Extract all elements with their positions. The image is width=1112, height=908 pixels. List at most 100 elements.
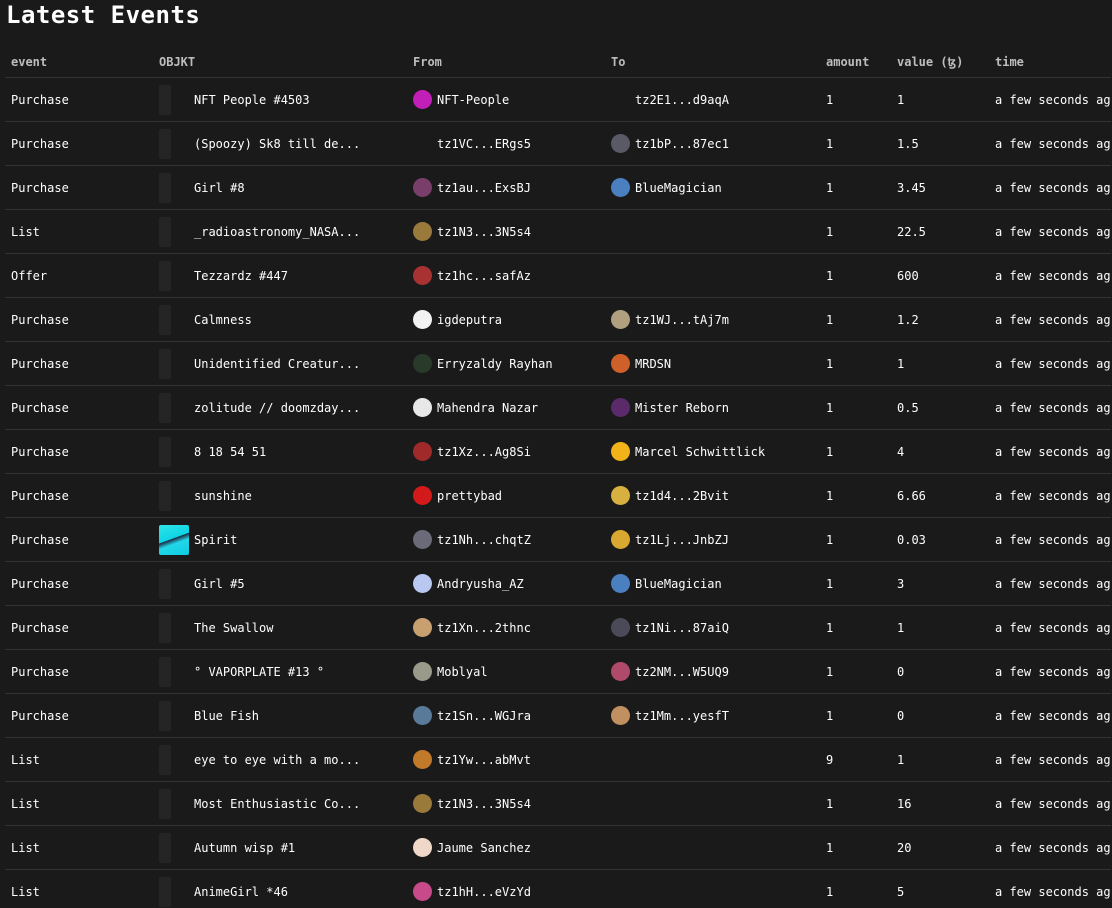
objkt-cell[interactable]: eye to eye with a mo... — [153, 737, 407, 782]
from-cell[interactable]: Andryusha_AZ — [407, 561, 605, 606]
table-row[interactable]: Purchase sunshine prettybad tz1d4...2Bvit 1 6… — [5, 473, 1111, 518]
objkt-thumbnail[interactable] — [159, 700, 171, 731]
from-user-link[interactable]: tz1VC...ERgs5 — [437, 137, 531, 151]
to-cell[interactable] — [605, 869, 820, 908]
table-row[interactable]: List AnimeGirl *46 tz1hH...eVzYd 1 5 a few se… — [5, 869, 1111, 908]
from-user-link[interactable]: Erryzaldy Rayhan — [437, 357, 553, 371]
to-user-link[interactable]: tz1Lj...JnbZJ — [635, 533, 729, 547]
objkt-name-link[interactable]: _radioastronomy_NASA... — [194, 225, 360, 239]
objkt-name-link[interactable]: Girl #8 — [194, 181, 245, 195]
objkt-cell[interactable]: ° VAPORPLATE #13 ° — [153, 649, 407, 694]
objkt-name-link[interactable]: sunshine — [194, 489, 252, 503]
from-user-link[interactable]: tz1Nh...chqtZ — [437, 533, 531, 547]
from-cell[interactable]: Erryzaldy Rayhan — [407, 341, 605, 386]
to-user-link[interactable]: tz1d4...2Bvit — [635, 489, 729, 503]
objkt-cell[interactable]: Girl #5 — [153, 561, 407, 606]
objkt-name-link[interactable]: Blue Fish — [194, 709, 259, 723]
from-cell[interactable]: prettybad — [407, 473, 605, 518]
objkt-name-link[interactable]: Unidentified Creatur... — [194, 357, 360, 371]
objkt-thumbnail[interactable] — [159, 260, 171, 291]
objkt-thumbnail[interactable] — [159, 348, 171, 379]
objkt-cell[interactable]: Tezzardz #447 — [153, 253, 407, 298]
column-header-time[interactable]: time — [989, 46, 1111, 78]
from-user-link[interactable]: tz1Yw...abMvt — [437, 753, 531, 767]
objkt-thumbnail[interactable] — [159, 392, 171, 423]
from-user-link[interactable]: prettybad — [437, 489, 502, 503]
from-cell[interactable]: NFT-People — [407, 77, 605, 122]
column-header-amount[interactable]: amount — [820, 46, 891, 78]
objkt-thumbnail[interactable] — [159, 84, 171, 115]
objkt-cell[interactable]: 8 18 54 51 — [153, 429, 407, 474]
table-row[interactable]: Purchase Blue Fish tz1Sn...WGJra tz1Mm...ye… — [5, 693, 1111, 738]
objkt-cell[interactable]: Calmness — [153, 297, 407, 342]
to-user-link[interactable]: tz2E1...d9aqA — [635, 93, 729, 107]
to-cell[interactable]: BlueMagician — [605, 561, 820, 606]
objkt-thumbnail[interactable] — [159, 216, 171, 247]
from-cell[interactable]: tz1VC...ERgs5 — [407, 121, 605, 166]
to-cell[interactable]: tz2E1...d9aqA — [605, 77, 820, 122]
to-user-link[interactable]: tz1Mm...yesfT — [635, 709, 729, 723]
from-user-link[interactable]: tz1au...ExsBJ — [437, 181, 531, 195]
to-user-link[interactable]: tz2NM...W5UQ9 — [635, 665, 729, 679]
objkt-name-link[interactable]: AnimeGirl *46 — [194, 885, 288, 899]
objkt-thumbnail[interactable] — [159, 128, 171, 159]
table-row[interactable]: Purchase 8 18 54 51 tz1Xz...Ag8Si Marcel Sc… — [5, 429, 1111, 474]
objkt-name-link[interactable]: Spirit — [194, 533, 237, 547]
to-cell[interactable]: BlueMagician — [605, 165, 820, 210]
objkt-name-link[interactable]: Most Enthusiastic Co... — [194, 797, 360, 811]
to-cell[interactable]: MRDSN — [605, 341, 820, 386]
from-cell[interactable]: tz1au...ExsBJ — [407, 165, 605, 210]
objkt-name-link[interactable]: ° VAPORPLATE #13 ° — [194, 665, 324, 679]
from-cell[interactable]: tz1Sn...WGJra — [407, 693, 605, 738]
objkt-thumbnail[interactable] — [159, 788, 171, 819]
objkt-cell[interactable]: _radioastronomy_NASA... — [153, 209, 407, 254]
objkt-thumbnail[interactable] — [159, 832, 171, 863]
table-row[interactable]: Purchase Spirit tz1Nh...chqtZ tz1Lj...JnbZJ… — [5, 517, 1111, 562]
from-user-link[interactable]: Moblyal — [437, 665, 488, 679]
from-cell[interactable]: tz1hc...safAz — [407, 253, 605, 298]
objkt-cell[interactable]: (Spoozy) Sk8 till de... — [153, 121, 407, 166]
from-user-link[interactable]: Jaume Sanchez — [437, 841, 531, 855]
from-cell[interactable]: tz1Nh...chqtZ — [407, 517, 605, 562]
from-user-link[interactable]: tz1Xz...Ag8Si — [437, 445, 531, 459]
objkt-thumbnail[interactable] — [159, 480, 171, 511]
column-header-event[interactable]: event — [5, 46, 153, 78]
table-row[interactable]: Purchase zolitude // doomzday... Mahendra … — [5, 385, 1111, 430]
to-cell[interactable] — [605, 737, 820, 782]
to-cell[interactable]: tz2NM...W5UQ9 — [605, 649, 820, 694]
objkt-thumbnail[interactable] — [159, 524, 189, 555]
from-cell[interactable]: tz1N3...3N5s4 — [407, 209, 605, 254]
to-cell[interactable]: tz1bP...87ec1 — [605, 121, 820, 166]
column-header-value[interactable]: value (ꜩ) — [891, 46, 989, 78]
objkt-name-link[interactable]: Calmness — [194, 313, 252, 327]
to-cell[interactable] — [605, 825, 820, 870]
objkt-name-link[interactable]: eye to eye with a mo... — [194, 753, 360, 767]
column-header-from[interactable]: From — [407, 46, 605, 78]
objkt-thumbnail[interactable] — [159, 436, 171, 467]
from-cell[interactable]: tz1Yw...abMvt — [407, 737, 605, 782]
to-cell[interactable]: tz1WJ...tAj7m — [605, 297, 820, 342]
objkt-name-link[interactable]: Girl #5 — [194, 577, 245, 591]
column-header-to[interactable]: To — [605, 46, 820, 78]
table-row[interactable]: List eye to eye with a mo... tz1Yw...abMvt… — [5, 737, 1111, 782]
from-cell[interactable]: tz1Xz...Ag8Si — [407, 429, 605, 474]
to-user-link[interactable]: tz1bP...87ec1 — [635, 137, 729, 151]
from-user-link[interactable]: tz1Sn...WGJra — [437, 709, 531, 723]
objkt-thumbnail[interactable] — [159, 304, 171, 335]
objkt-thumbnail[interactable] — [159, 656, 171, 687]
column-header-objkt[interactable]: OBJKT — [153, 46, 407, 78]
objkt-thumbnail[interactable] — [159, 876, 171, 907]
from-cell[interactable]: tz1hH...eVzYd — [407, 869, 605, 908]
to-user-link[interactable]: tz1Ni...87aiQ — [635, 621, 729, 635]
table-row[interactable]: Purchase (Spoozy) Sk8 till de... tz1VC...E… — [5, 121, 1111, 166]
objkt-thumbnail[interactable] — [159, 172, 171, 203]
to-cell[interactable]: tz1Ni...87aiQ — [605, 605, 820, 650]
objkt-thumbnail[interactable] — [159, 568, 171, 599]
to-user-link[interactable]: BlueMagician — [635, 181, 722, 195]
to-user-link[interactable]: tz1WJ...tAj7m — [635, 313, 729, 327]
from-user-link[interactable]: tz1hc...safAz — [437, 269, 531, 283]
objkt-cell[interactable]: Autumn wisp #1 — [153, 825, 407, 870]
to-user-link[interactable]: Marcel Schwittlick — [635, 445, 765, 459]
objkt-cell[interactable]: Blue Fish — [153, 693, 407, 738]
table-row[interactable]: Purchase NFT People #4503 NFT-People tz2E1.… — [5, 77, 1111, 122]
